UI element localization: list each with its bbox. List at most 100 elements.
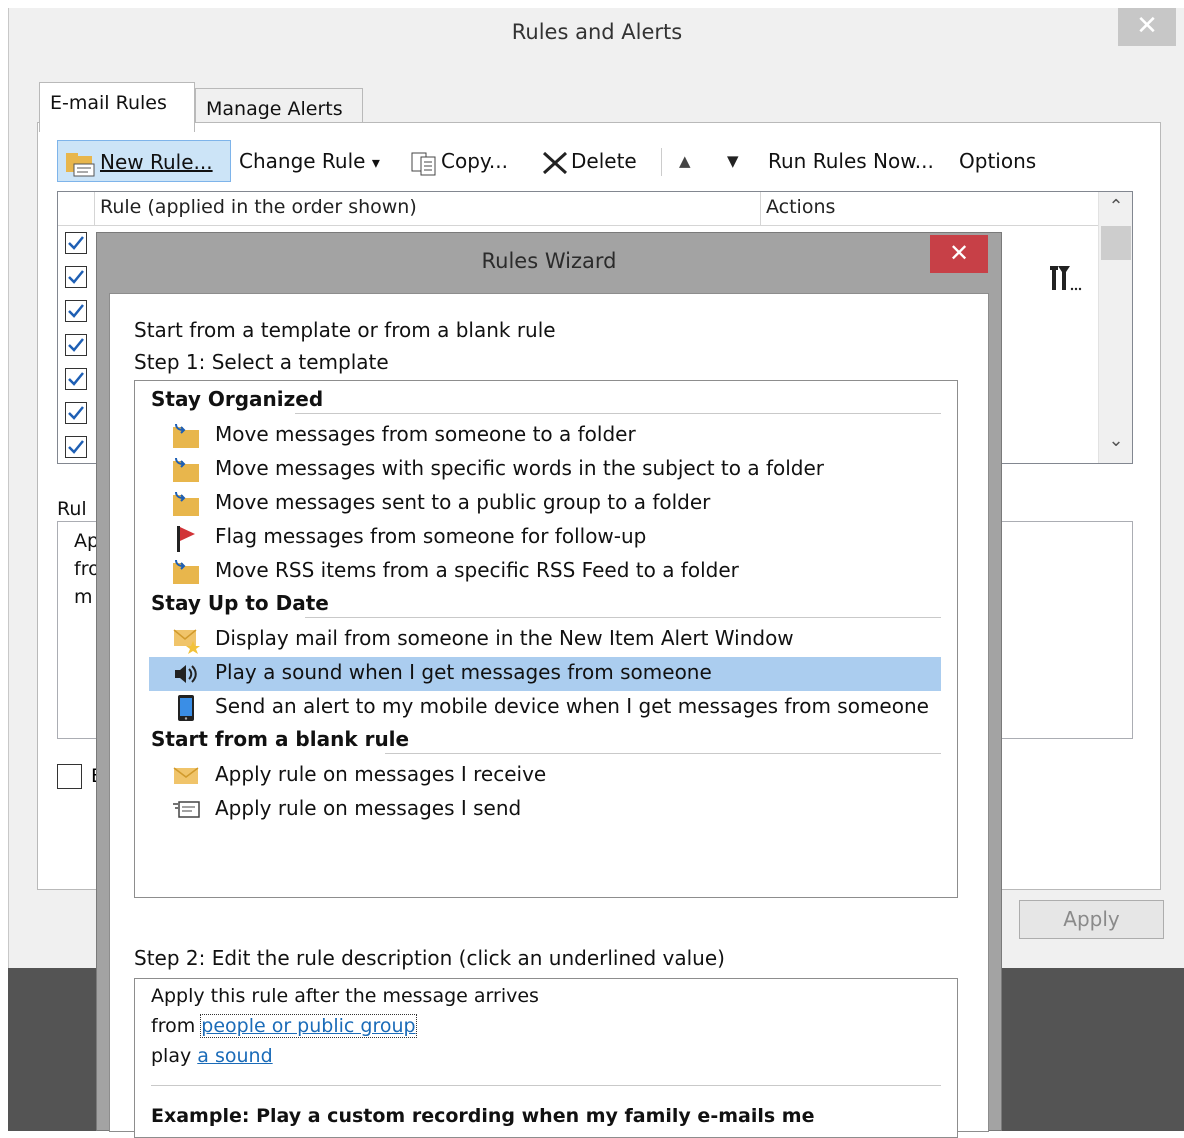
speaker-icon [175, 665, 197, 683]
rule-enabled-checkbox[interactable] [65, 334, 87, 356]
group-divider [305, 617, 941, 618]
checkmark-icon [68, 304, 84, 318]
rule-description-line: m [74, 586, 93, 608]
description-prefix: play [151, 1045, 192, 1067]
description-line: from people or public group [151, 1014, 417, 1038]
options-button[interactable]: Options [959, 140, 1036, 182]
change-rule-button[interactable]: Change Rule ▾ [239, 140, 380, 182]
step2-label: Step 2: Edit the rule description (click… [134, 946, 725, 970]
checkmark-icon [68, 440, 84, 454]
folder-move-icon [173, 457, 199, 482]
wizard-intro: Start from a template or from a blank ru… [134, 318, 556, 342]
delete-x-icon [542, 151, 568, 174]
envelope-icon [173, 767, 199, 784]
checkmark-icon [68, 406, 84, 420]
folder-move-icon [173, 559, 199, 584]
rules-wizard-dialog: Rules Wizard ✕ Start from a template or … [96, 232, 1002, 1138]
tab-email-rules[interactable]: E-mail Rules [39, 82, 195, 132]
wizard-close-button[interactable]: ✕ [930, 235, 988, 273]
apply-button[interactable]: Apply [1019, 900, 1164, 939]
copy-button[interactable]: Copy... [409, 140, 508, 182]
description-prefix: from [151, 1015, 196, 1037]
run-rules-now-label: Run Rules Now... [768, 149, 934, 173]
template-label: Send an alert to my mobile device when I… [215, 694, 929, 718]
template-label: Display mail from someone in the New Ite… [215, 626, 794, 650]
copy-label: Copy... [441, 149, 508, 173]
delete-button[interactable]: Delete [539, 140, 637, 182]
group-divider [385, 753, 941, 754]
rule-enabled-checkbox[interactable] [65, 436, 87, 458]
template-item[interactable]: Display mail from someone in the New Ite… [149, 623, 941, 657]
group-divider [295, 413, 941, 414]
column-header-actions[interactable]: Actions [766, 196, 835, 218]
template-item[interactable]: Apply rule on messages I send [149, 793, 941, 827]
rules-list-header: Rule (applied in the order shown) Action… [58, 192, 1098, 226]
template-item[interactable]: Move messages sent to a public group to … [149, 487, 941, 521]
template-label: Play a sound when I get messages from so… [215, 660, 712, 684]
template-item[interactable]: Move RSS items from a specific RSS Feed … [149, 555, 941, 589]
wizard-title: Rules Wizard [481, 249, 617, 273]
template-item[interactable]: Apply rule on messages I receive [149, 759, 941, 793]
new-rule-icon [66, 152, 95, 176]
step1-label: Step 1: Select a template [134, 350, 389, 374]
enable-option-checkbox[interactable] [57, 764, 82, 789]
checkmark-icon [68, 270, 84, 284]
rule-enabled-checkbox[interactable] [65, 232, 87, 254]
mail-star-icon [173, 629, 200, 654]
dialog-title: Rules and Alerts [511, 20, 683, 44]
group-header-stay-organized: Stay Organized [151, 387, 324, 411]
delete-label: Delete [571, 149, 637, 173]
folder-move-icon [173, 423, 199, 448]
template-item[interactable]: Move messages from someone to a folder [149, 419, 941, 453]
group-header-start-from-blank: Start from a blank rule [151, 727, 410, 751]
change-rule-label: Change Rule [239, 149, 366, 173]
template-item-selected[interactable]: Play a sound when I get messages from so… [149, 657, 941, 691]
scroll-down-icon[interactable]: ⌄ [1099, 430, 1133, 451]
close-button[interactable]: ✕ [1118, 8, 1176, 46]
template-label: Flag messages from someone for follow-up [215, 524, 647, 548]
template-label: Apply rule on messages I receive [215, 762, 547, 786]
move-down-button[interactable]: ▼ [727, 140, 739, 182]
rule-enabled-checkbox[interactable] [65, 402, 87, 424]
description-divider [151, 1085, 941, 1086]
rule-description-label: Rul [57, 498, 87, 520]
chevron-down-icon: ▾ [371, 153, 380, 172]
template-label: Apply rule on messages I send [215, 796, 522, 820]
move-up-button[interactable]: ▲ [679, 140, 691, 182]
rule-enabled-checkbox[interactable] [65, 368, 87, 390]
checkmark-icon [68, 372, 84, 386]
options-label: Options [959, 149, 1037, 173]
scroll-up-icon[interactable]: ⌃ [1099, 196, 1133, 217]
rules-list-scrollbar[interactable]: ⌃ ⌄ [1098, 192, 1132, 463]
description-example: Example: Play a custom recording when my… [151, 1105, 815, 1127]
column-divider [94, 192, 95, 226]
template-label: Move messages sent to a public group to … [215, 490, 711, 514]
template-label: Move messages from someone to a folder [215, 422, 636, 446]
mobile-device-icon [178, 695, 194, 721]
run-rules-now-button[interactable]: Run Rules Now... [768, 140, 934, 182]
new-rule-label: New Rule... [100, 150, 213, 174]
toolbar-separator [661, 148, 662, 176]
template-list[interactable]: Stay Organized Move messages from someon… [134, 380, 958, 898]
description-line: Apply this rule after the message arrive… [151, 985, 539, 1007]
folder-move-icon [173, 491, 199, 516]
scrollbar-thumb[interactable] [1101, 226, 1131, 260]
checkmark-icon [68, 338, 84, 352]
template-label: Move RSS items from a specific RSS Feed … [215, 558, 739, 582]
arrow-down-icon: ▼ [727, 152, 739, 170]
people-or-public-group-link[interactable]: people or public group [200, 1014, 417, 1038]
rule-enabled-checkbox[interactable] [65, 300, 87, 322]
send-message-icon [173, 801, 200, 818]
template-item[interactable]: Send an alert to my mobile device when I… [149, 691, 941, 725]
red-flag-icon [177, 526, 195, 552]
new-rule-button[interactable]: New Rule... [57, 140, 231, 182]
column-divider [760, 192, 761, 226]
arrow-up-icon: ▲ [679, 152, 691, 170]
template-item[interactable]: Move messages with specific words in the… [149, 453, 941, 487]
rules-toolbar: New Rule... Change Rule ▾ Copy... Delete… [57, 140, 1057, 184]
template-item[interactable]: Flag messages from someone for follow-up [149, 521, 941, 555]
rule-enabled-checkbox[interactable] [65, 266, 87, 288]
template-label: Move messages with specific words in the… [215, 456, 825, 480]
column-header-rule[interactable]: Rule (applied in the order shown) [100, 196, 417, 218]
a-sound-link[interactable]: a sound [197, 1045, 272, 1067]
